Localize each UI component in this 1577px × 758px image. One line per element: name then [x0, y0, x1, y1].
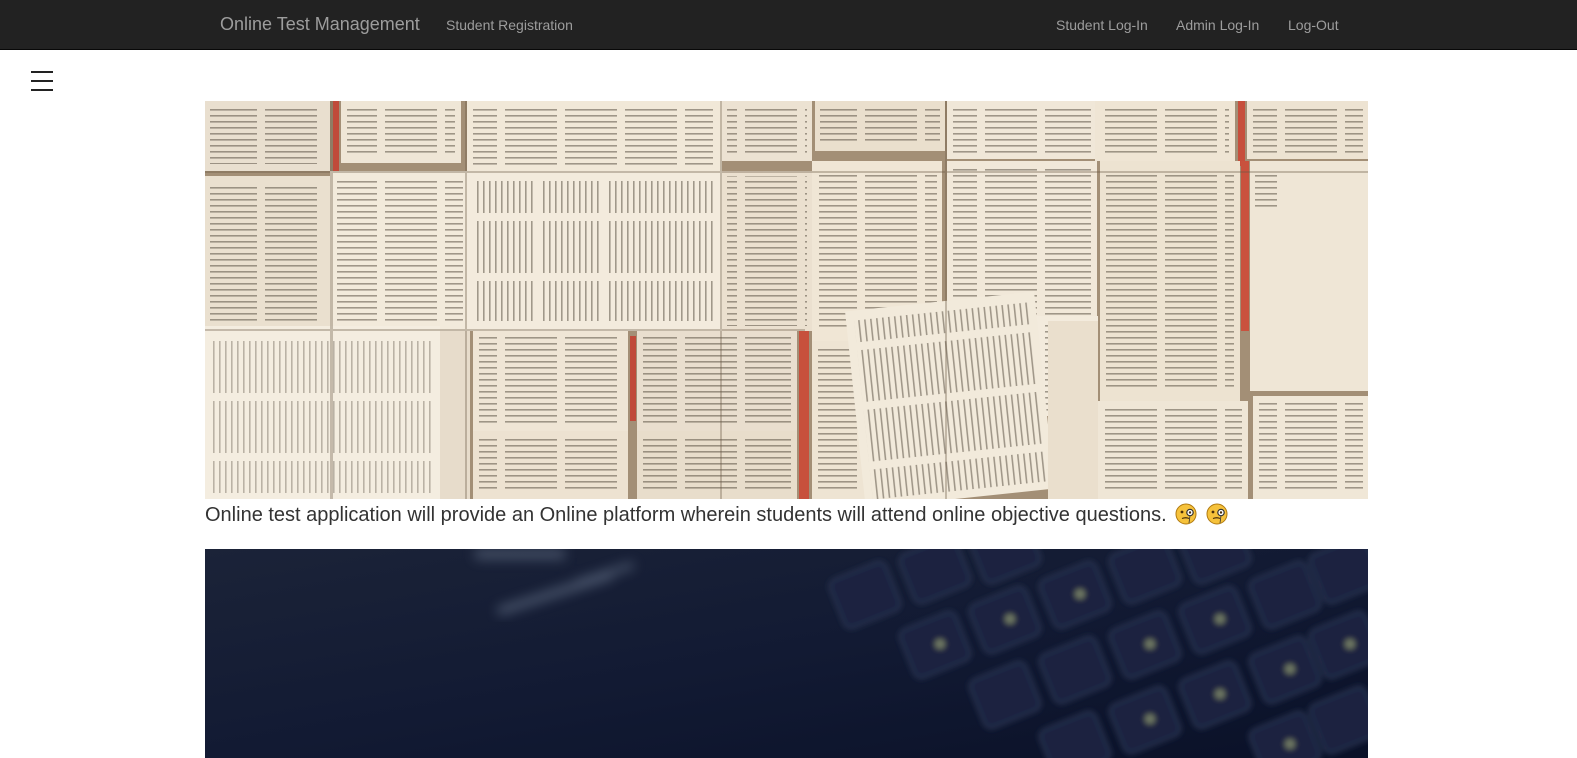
- brand-link[interactable]: Online Test Management: [220, 14, 420, 35]
- nav-student-registration[interactable]: Student Registration: [446, 17, 573, 33]
- face-with-monocle-emoji: [1175, 503, 1197, 525]
- keyboard-image: [205, 549, 1368, 758]
- intro-caption: Online test application will provide an …: [205, 503, 1228, 527]
- books-collage-image: [205, 101, 1368, 499]
- nav-admin-login[interactable]: Admin Log-In: [1176, 17, 1259, 33]
- hamburger-menu-icon[interactable]: [31, 66, 55, 94]
- caption-text: Online test application will provide an …: [205, 504, 1167, 526]
- nav-student-login[interactable]: Student Log-In: [1056, 17, 1148, 33]
- face-with-monocle-emoji: [1206, 503, 1228, 525]
- nav-logout[interactable]: Log-Out: [1288, 17, 1339, 33]
- top-navbar: Online Test Management Student Registrat…: [0, 0, 1577, 50]
